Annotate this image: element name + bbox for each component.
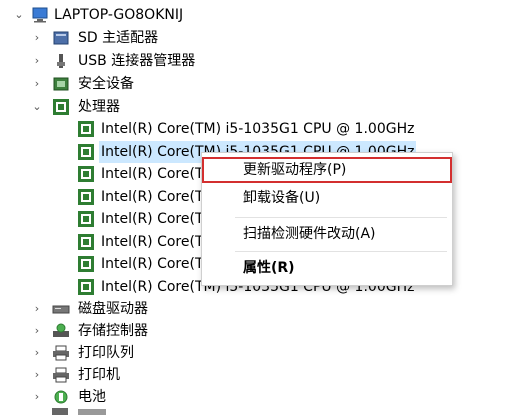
processor-icon [77, 166, 95, 182]
category-battery[interactable]: › 电池 [0, 386, 260, 408]
menu-item-label: 属性(R) [243, 260, 295, 276]
category-label: 处理器 [78, 99, 120, 115]
processor-icon [77, 144, 95, 160]
processor-item[interactable]: Intel(R) Core(TM) i5-1035G1 CPU @ 1.00GH… [0, 118, 420, 140]
chevron-down-icon[interactable]: ⌄ [13, 4, 25, 26]
computer-icon [31, 7, 49, 23]
category-label: USB 连接器管理器 [78, 53, 196, 69]
menu-item-scan-hardware[interactable]: 扫描检测硬件改动(A) [202, 221, 452, 247]
category-label: 打印机 [78, 367, 120, 383]
category-label: 安全设备 [78, 76, 134, 92]
category-label: SD 主适配器 [78, 30, 159, 46]
print-queue-icon [52, 345, 70, 361]
category-label: 电池 [78, 389, 106, 405]
chevron-right-icon[interactable]: › [31, 320, 43, 342]
processor-icon [77, 234, 95, 250]
processor-icon [77, 121, 95, 137]
category-security-device[interactable]: › 安全设备 [0, 73, 260, 95]
category-label: 存储控制器 [78, 323, 148, 339]
menu-item-properties[interactable]: 属性(R) [202, 255, 452, 281]
root-label: LAPTOP-GO8OKNIJ [54, 7, 184, 23]
processor-icon [77, 279, 95, 295]
category-label: 打印队列 [78, 345, 134, 361]
processor-icon [77, 256, 95, 272]
storage-controller-icon [52, 323, 70, 339]
category-processor[interactable]: ⌄ 处理器 [0, 96, 260, 118]
chevron-right-icon[interactable]: › [31, 298, 43, 320]
processor-icon [77, 211, 95, 227]
category-printer[interactable]: › 打印机 [0, 364, 260, 386]
processor-icon [77, 189, 95, 205]
menu-separator [235, 251, 447, 252]
chevron-right-icon[interactable]: › [31, 73, 43, 95]
disk-drive-icon [52, 301, 70, 317]
chevron-down-icon[interactable]: ⌄ [31, 96, 43, 118]
category-disk-drive[interactable]: › 磁盘驱动器 [0, 298, 260, 320]
category-print-queue[interactable]: › 打印队列 [0, 342, 260, 364]
category-sd-adapter[interactable]: › SD 主适配器 [0, 27, 260, 49]
chevron-right-icon[interactable]: › [31, 364, 43, 386]
tree-next-row-partial [0, 406, 530, 415]
menu-item-label: 扫描检测硬件改动(A) [243, 226, 376, 242]
category-usb-connector[interactable]: › USB 连接器管理器 [0, 50, 260, 72]
menu-item-label: 卸载设备(U) [243, 190, 321, 206]
printer-icon [52, 367, 70, 383]
context-menu: 更新驱动程序(P) 卸载设备(U) 扫描检测硬件改动(A) 属性(R) [201, 152, 453, 286]
security-device-icon [52, 76, 70, 92]
menu-separator [235, 217, 447, 218]
chevron-right-icon[interactable]: › [31, 342, 43, 364]
category-storage-controller[interactable]: › 存储控制器 [0, 320, 260, 342]
usb-connector-icon [52, 53, 70, 69]
menu-item-uninstall-device[interactable]: 卸载设备(U) [202, 185, 452, 211]
tree-root[interactable]: ⌄ LAPTOP-GO8OKNIJ [0, 4, 260, 26]
battery-icon [52, 389, 70, 405]
chevron-right-icon[interactable]: › [31, 50, 43, 72]
processor-icon [52, 99, 70, 115]
menu-item-label: 更新驱动程序(P) [243, 162, 347, 178]
chevron-right-icon[interactable]: › [31, 386, 43, 408]
sd-host-adapter-icon [52, 30, 70, 46]
chevron-right-icon[interactable]: › [31, 27, 43, 49]
processor-label: Intel(R) Core(TM) i5-1035G1 CPU @ 1.00GH… [101, 121, 415, 137]
menu-item-update-driver[interactable]: 更新驱动程序(P) [202, 157, 452, 183]
category-label: 磁盘驱动器 [78, 301, 148, 317]
